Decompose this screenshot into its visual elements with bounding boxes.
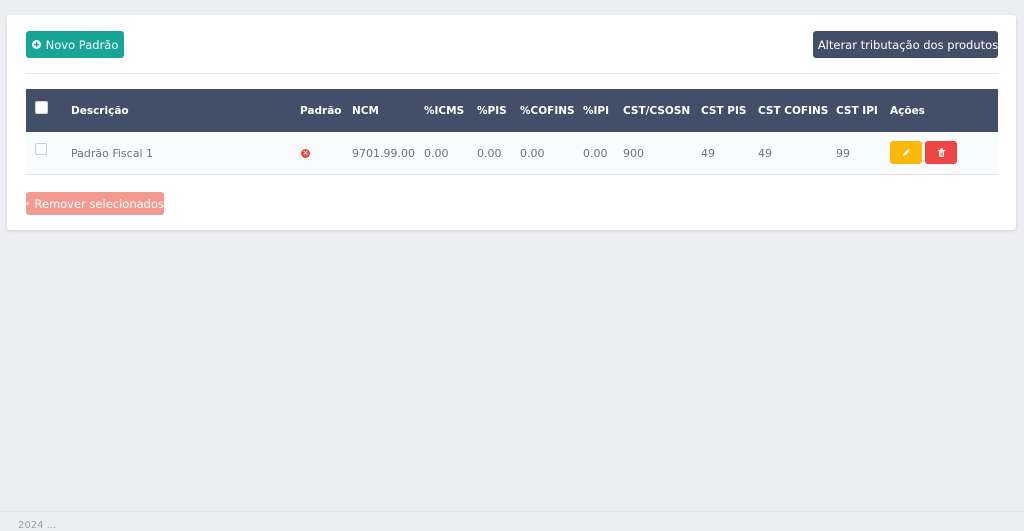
- col-cofins[interactable]: %COFINS: [520, 89, 575, 132]
- col-cst-cofins[interactable]: CST COFINS: [758, 89, 828, 132]
- col-ncm[interactable]: NCM: [352, 89, 379, 132]
- col-cst-pis[interactable]: CST PIS: [701, 89, 746, 132]
- cell-cst-cofins: 49: [758, 146, 772, 160]
- remove-selected-button[interactable]: Remover selecionados: [26, 192, 164, 215]
- x-circle-icon: ×: [301, 149, 310, 158]
- table-header: Descrição Padrão NCM %ICMS %PIS %COFINS …: [26, 89, 998, 132]
- cell-icms: 0.00: [424, 146, 449, 160]
- col-cst-ipi[interactable]: CST IPI: [836, 89, 878, 132]
- cell-cst-pis: 49: [701, 146, 715, 160]
- col-descricao[interactable]: Descrição: [71, 89, 129, 132]
- cell-ipi: 0.00: [583, 146, 608, 160]
- col-cst-csosn[interactable]: CST/CSOSN: [623, 89, 690, 132]
- delete-button[interactable]: [925, 141, 957, 164]
- alter-taxation-button[interactable]: Alterar tributação dos produtos: [813, 31, 998, 58]
- cell-cofins: 0.00: [520, 146, 545, 160]
- trash-icon: [937, 148, 945, 157]
- col-icms[interactable]: %ICMS: [424, 89, 464, 132]
- edit-button[interactable]: [890, 141, 922, 164]
- table-row: Padrão Fiscal 1 × 9701.99.00 0.00 0.00 0…: [26, 132, 998, 175]
- row-checkbox[interactable]: [35, 143, 47, 155]
- pencil-icon: [902, 149, 910, 157]
- new-standard-button[interactable]: Novo Padrão: [26, 31, 124, 58]
- divider: [26, 73, 998, 74]
- cell-ncm: 9701.99.00: [352, 146, 415, 160]
- footer-divider: [0, 511, 1024, 512]
- plus-circle-icon: [31, 40, 41, 49]
- x-circle-icon: [26, 201, 30, 206]
- col-padrao[interactable]: Padrão: [300, 89, 342, 132]
- select-all-checkbox[interactable]: [35, 101, 48, 114]
- new-standard-label: Novo Padrão: [45, 37, 119, 52]
- cell-descricao: Padrão Fiscal 1: [71, 146, 154, 160]
- remove-selected-label: Remover selecionados: [34, 196, 164, 211]
- cell-cst-csosn: 900: [623, 146, 644, 160]
- main-card: Novo Padrão Alterar tributação dos produ…: [7, 15, 1016, 230]
- col-ipi[interactable]: %IPI: [583, 89, 609, 132]
- col-pis[interactable]: %PIS: [477, 89, 507, 132]
- cell-cst-ipi: 99: [836, 146, 850, 160]
- alter-taxation-label: Alterar tributação dos produtos: [817, 37, 999, 52]
- cell-pis: 0.00: [477, 146, 502, 160]
- footer-text: 2024 ...: [18, 520, 57, 531]
- col-acoes: Ações: [890, 104, 925, 117]
